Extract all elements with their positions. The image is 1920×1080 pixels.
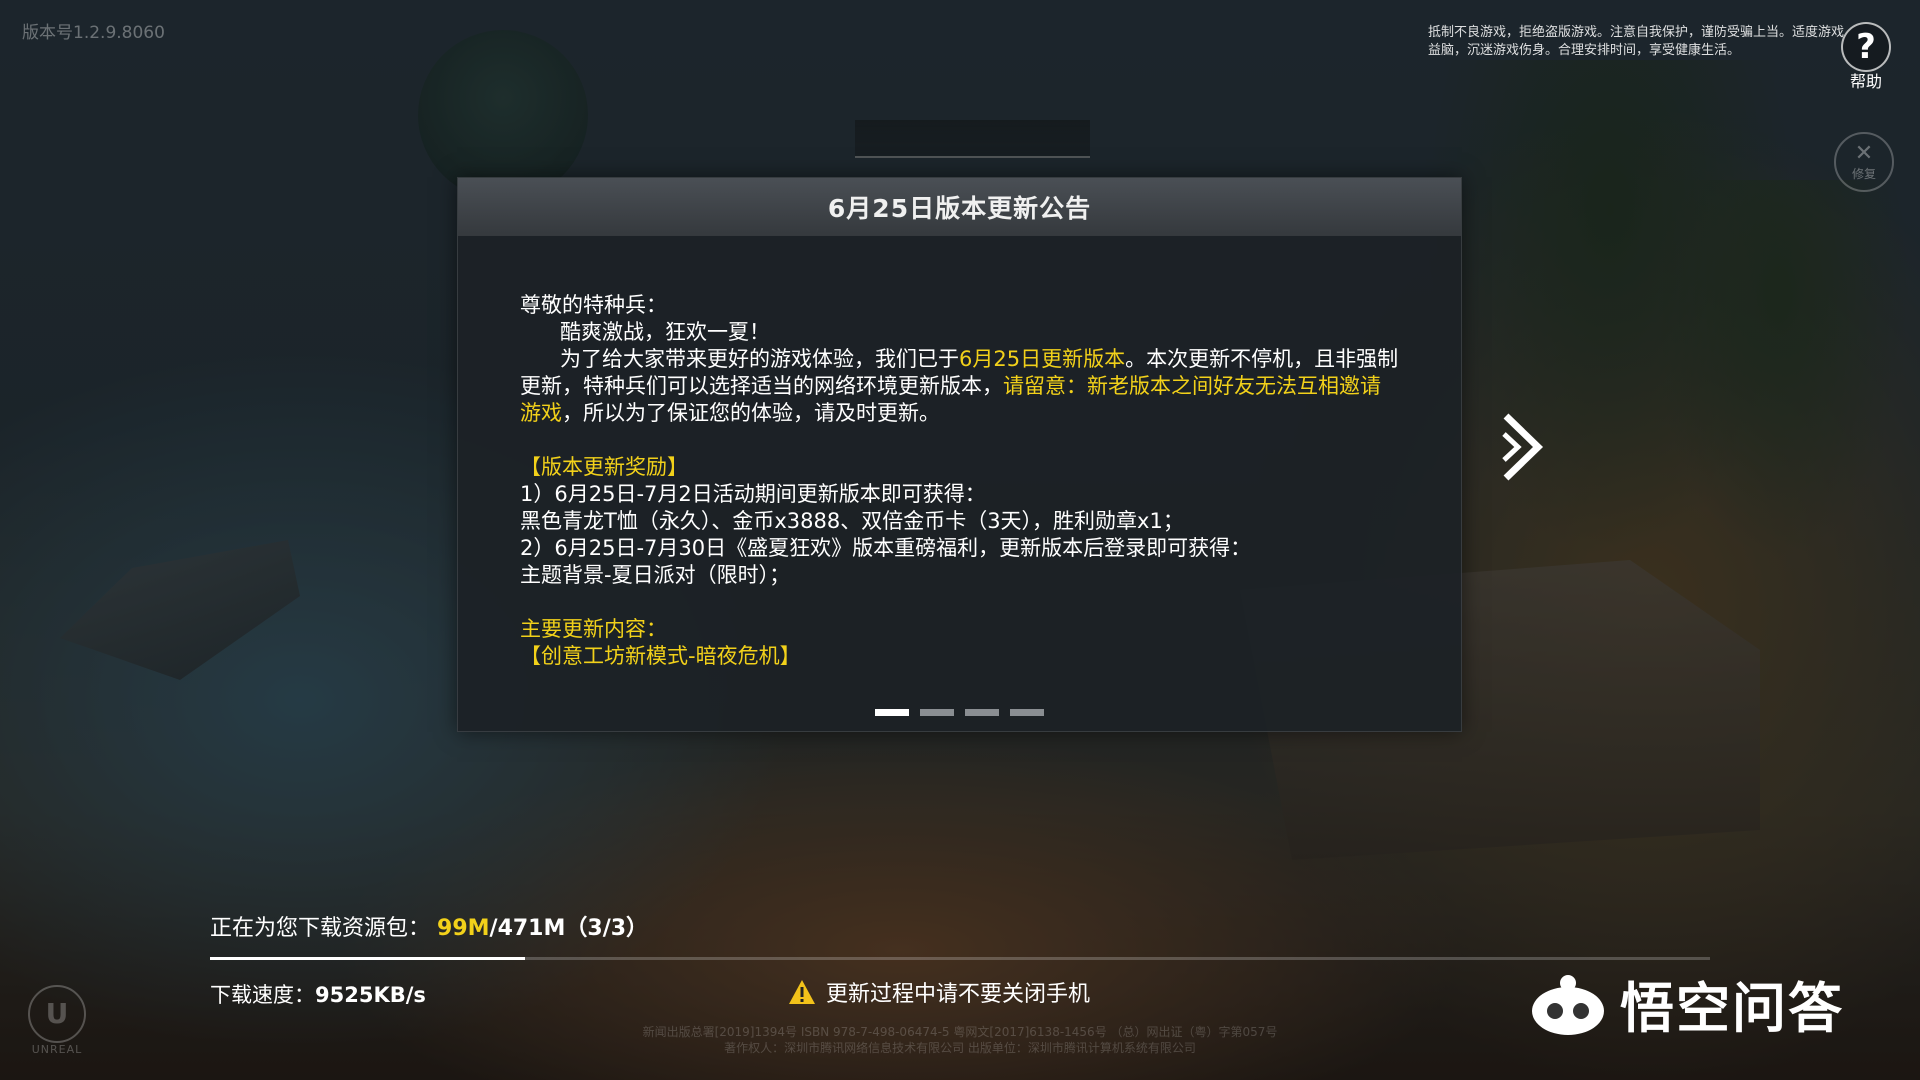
page-indicator-dot[interactable] [920, 709, 954, 716]
download-total: /471M（3/3） [489, 916, 649, 941]
main-content-title: 主要更新内容： [520, 617, 667, 641]
page-indicator-dot[interactable] [1010, 709, 1044, 716]
update-warning: 更新过程中请不要关闭手机 [788, 976, 1090, 1008]
highlight-text: 6月25日更新版本 [959, 347, 1126, 371]
reward-item-1: 1）6月25日-7月2日活动期间更新版本即可获得： [520, 482, 986, 506]
download-current: 99M [437, 916, 490, 941]
greeting: 尊敬的特种兵： [520, 293, 667, 317]
reward-item-2: 2）6月25日-7月30日《盛夏狂欢》版本重磅福利，更新版本后登录即可获得： [520, 536, 1252, 560]
reward-item-2-details: 主题背景-夏日派对（限时）； [520, 563, 791, 587]
wukong-logo-icon [1532, 974, 1604, 1035]
download-progress-bar [210, 957, 1710, 960]
download-label: 正在为您下载资源包： [210, 916, 431, 941]
page-indicator-dot[interactable] [965, 709, 999, 716]
update-announcement-dialog: 6月25日版本更新公告 尊敬的特种兵： 酷爽激战，狂欢一夏！ 为了给大家带来更好… [457, 177, 1462, 732]
help-label: 帮助 [1849, 72, 1882, 91]
reward-item-1-details: 黑色青龙T恤（永久）、金币x3888、双倍金币卡（3天），胜利勋章x1； [520, 509, 1184, 533]
repair-button[interactable]: ✕ 修复 [1834, 132, 1894, 192]
unreal-engine-logo: U UNREAL [22, 985, 92, 1056]
paragraph-text: ，所以为了保证您的体验，请及时更新。 [562, 401, 940, 425]
speed-label: 下载速度： [210, 983, 315, 1007]
question-mark-icon: ? [1841, 22, 1891, 72]
page-indicator-dot[interactable] [875, 709, 909, 716]
download-status: 正在为您下载资源包： 99M/471M（3/3） [210, 910, 648, 942]
page-indicator [458, 709, 1461, 716]
slogan: 酷爽激战，狂欢一夏！ [560, 320, 770, 344]
announcement-body: 尊敬的特种兵： 酷爽激战，狂欢一夏！ 为了给大家带来更好的游戏体验，我们已于6月… [520, 292, 1400, 670]
wukong-watermark: 悟空问答 [1528, 964, 1844, 1043]
health-notice: 抵制不良游戏，拒绝盗版游戏。注意自我保护，谨防受骗上当。适度游戏益脑，沉迷游戏伤… [1428, 25, 1845, 58]
announcement-paragraph: 为了给大家带来更好的游戏体验，我们已于6月25日更新版本。本次更新不停机，且非强… [520, 346, 1400, 427]
dialog-title: 6月25日版本更新公告 [458, 178, 1461, 236]
wukong-watermark-text: 悟空问答 [1620, 977, 1844, 1040]
unreal-logo-icon: U [28, 985, 86, 1043]
download-speed: 下载速度：9525KB/s [210, 979, 426, 1009]
next-page-arrow-icon[interactable] [1500, 412, 1548, 482]
reward-title: 【版本更新奖励】 [520, 455, 688, 479]
warning-text: 更新过程中请不要关闭手机 [826, 982, 1091, 1007]
download-progress-fill [210, 957, 525, 960]
version-label: 版本号1.2.9.8060 [22, 23, 165, 43]
unreal-logo-text: UNREAL [31, 1043, 83, 1056]
paragraph-text: 为了给大家带来更好的游戏体验，我们已于 [560, 347, 959, 371]
wrench-icon: ✕ [1854, 140, 1874, 166]
repair-label: 修复 [1851, 166, 1876, 181]
top-tab-bar [855, 120, 1090, 158]
help-button[interactable]: ? 帮助 [1840, 22, 1892, 92]
speed-value: 9525KB/s [315, 983, 426, 1007]
warning-icon [789, 980, 815, 1004]
main-content-item: 【创意工坊新模式-暗夜危机】 [520, 644, 801, 668]
